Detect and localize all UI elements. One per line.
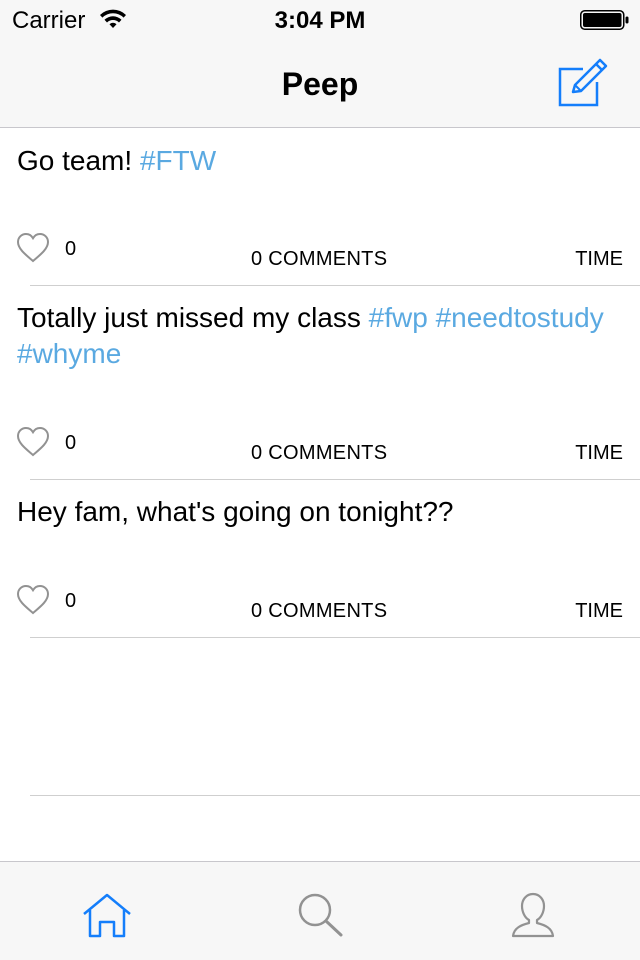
post-text: Go team! #FTW bbox=[17, 143, 617, 179]
status-time: 3:04 PM bbox=[274, 7, 366, 34]
compose-icon bbox=[558, 58, 608, 107]
hashtag-link[interactable]: #needtostudy bbox=[436, 302, 604, 333]
post[interactable]: Go team! #FTW 0 0 COMMENTS TIME bbox=[0, 129, 640, 286]
like-count: 0 bbox=[65, 238, 77, 260]
feed: Go team! #FTW 0 0 COMMENTS TIME Totally … bbox=[0, 129, 640, 796]
like-count: 0 bbox=[65, 590, 77, 612]
tab-profile[interactable] bbox=[427, 862, 640, 960]
post-text-segment bbox=[428, 302, 436, 333]
tab-home[interactable] bbox=[0, 862, 213, 960]
tab-search[interactable] bbox=[213, 862, 427, 960]
profile-icon bbox=[511, 892, 555, 938]
like-heart-icon[interactable] bbox=[16, 426, 50, 458]
post-time: TIME bbox=[575, 442, 623, 464]
status-bar: Carrier 3:04 PM bbox=[0, 0, 640, 40]
post-time: TIME bbox=[575, 248, 623, 270]
post-text: Totally just missed my class #fwp #needt… bbox=[17, 300, 617, 372]
post-text: Hey fam, what's going on tonight?? bbox=[17, 494, 617, 530]
like-heart-icon[interactable] bbox=[16, 584, 50, 616]
comments-link[interactable]: 0 COMMENTS bbox=[251, 442, 387, 465]
comments-link[interactable]: 0 COMMENTS bbox=[251, 248, 387, 271]
post-text-segment: Hey fam, what's going on tonight?? bbox=[17, 496, 454, 527]
nav-title: Peep bbox=[281, 66, 359, 102]
post[interactable]: Totally just missed my class #fwp #needt… bbox=[0, 286, 640, 480]
tab-bar bbox=[0, 861, 640, 960]
post-text-segment: Totally just missed my class bbox=[17, 302, 369, 333]
like-count: 0 bbox=[65, 432, 77, 454]
row-divider bbox=[30, 795, 640, 796]
hashtag-link[interactable]: #fwp bbox=[369, 302, 428, 333]
post-text-segment: Go team! bbox=[17, 145, 140, 176]
empty-row bbox=[0, 638, 640, 796]
compose-button[interactable] bbox=[556, 58, 608, 108]
hashtag-link[interactable]: #whyme bbox=[17, 338, 121, 369]
battery-icon bbox=[580, 10, 630, 35]
post[interactable]: Hey fam, what's going on tonight?? 0 0 C… bbox=[0, 480, 640, 638]
post-time: TIME bbox=[575, 600, 623, 622]
search-icon bbox=[298, 893, 343, 937]
like-heart-icon[interactable] bbox=[16, 232, 50, 264]
hashtag-link[interactable]: #FTW bbox=[140, 145, 216, 176]
top-bar: Carrier 3:04 PM Peep bbox=[0, 0, 640, 128]
comments-link[interactable]: 0 COMMENTS bbox=[251, 600, 387, 623]
home-icon bbox=[83, 893, 131, 938]
